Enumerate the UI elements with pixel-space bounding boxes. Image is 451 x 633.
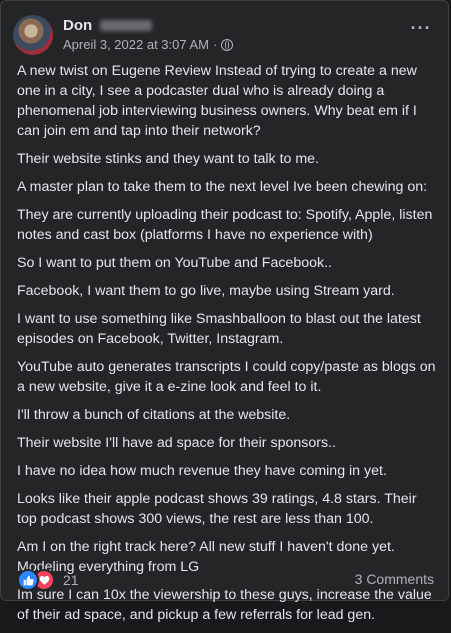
comments-link[interactable]: 3 Comments bbox=[355, 571, 434, 587]
meta-separator: · bbox=[212, 37, 218, 52]
post-paragraph: A master plan to take them to the next l… bbox=[17, 179, 428, 195]
post-paragraph: So I want to put them on YouTube and Fac… bbox=[17, 255, 332, 271]
reaction-count: 21 bbox=[63, 572, 79, 588]
post-paragraph: They are currently uploading their podca… bbox=[17, 207, 433, 243]
avatar[interactable] bbox=[13, 15, 53, 55]
redacted-surname bbox=[100, 20, 153, 31]
post-paragraph: Looks like their apple podcast shows 39 … bbox=[17, 491, 417, 527]
author-name[interactable]: Don bbox=[63, 17, 92, 34]
post-card: Don Apreil 3, 2022 at 3:07 AM · ··· A ne… bbox=[0, 0, 449, 623]
post-meta: Apreil 3, 2022 at 3:07 AM · bbox=[63, 37, 234, 52]
post-timestamp[interactable]: Apreil 3, 2022 at 3:07 AM bbox=[63, 37, 209, 52]
post-paragraph: I'll throw a bunch of citations at the w… bbox=[17, 407, 291, 423]
post-paragraph: I want to use something like Smashballoo… bbox=[17, 311, 421, 347]
post-footer: 21 3 Comments bbox=[13, 569, 434, 591]
author-row: Don bbox=[63, 17, 153, 34]
post-header: Don Apreil 3, 2022 at 3:07 AM · ··· bbox=[13, 13, 436, 57]
post-paragraph: YouTube auto generates transcripts I cou… bbox=[17, 359, 436, 395]
post-paragraph: Their website I'll have ad space for the… bbox=[17, 435, 336, 451]
like-icon bbox=[17, 569, 39, 591]
post-paragraph: A new twist on Eugene Review Instead of … bbox=[17, 63, 417, 139]
post-paragraph: Im sure I can 10x the viewership to thes… bbox=[17, 587, 432, 623]
post-paragraph: Their website stinks and they want to ta… bbox=[17, 151, 320, 167]
post-paragraph: Facebook, I want them to go live, maybe … bbox=[17, 283, 395, 299]
post-paragraph: I have no idea how much revenue they hav… bbox=[17, 463, 387, 479]
more-options-button[interactable]: ··· bbox=[406, 19, 436, 43]
globe-icon[interactable] bbox=[221, 38, 234, 51]
post-body: A new twist on Eugene Review Instead of … bbox=[17, 61, 436, 633]
reactions-summary[interactable]: 21 bbox=[17, 569, 79, 591]
